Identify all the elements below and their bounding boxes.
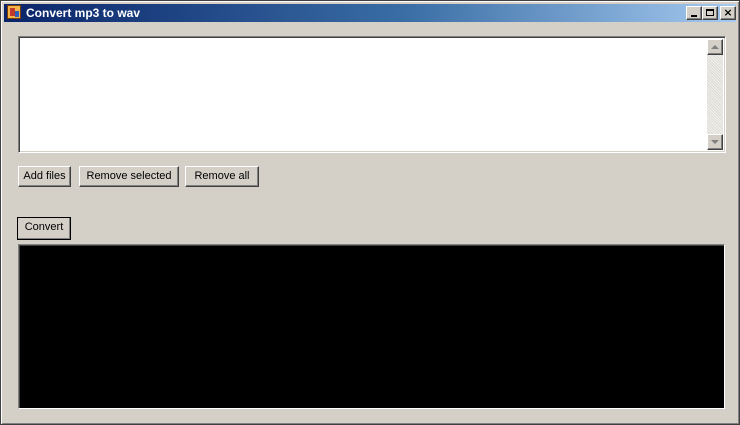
window-title: Convert mp3 to wav bbox=[26, 6, 141, 20]
output-console[interactable] bbox=[18, 244, 725, 409]
add-files-button[interactable]: Add files bbox=[18, 166, 71, 187]
arrow-down-icon bbox=[711, 140, 719, 144]
scroll-up-button[interactable] bbox=[707, 39, 723, 55]
maximize-icon bbox=[706, 9, 714, 16]
maximize-button[interactable] bbox=[702, 6, 718, 20]
close-button[interactable]: × bbox=[720, 6, 736, 20]
app-icon[interactable] bbox=[7, 5, 21, 19]
convert-button[interactable]: Convert bbox=[17, 217, 71, 240]
minimize-icon bbox=[691, 15, 697, 17]
remove-selected-button[interactable]: Remove selected bbox=[79, 166, 179, 187]
close-icon: × bbox=[723, 6, 733, 19]
scroll-down-button[interactable] bbox=[707, 134, 723, 150]
title-bar[interactable]: Convert mp3 to wav × bbox=[4, 4, 736, 22]
minimize-button[interactable] bbox=[686, 6, 702, 20]
app-window: Convert mp3 to wav × Add files Remove se… bbox=[0, 0, 740, 425]
file-list-scrollbar[interactable] bbox=[707, 39, 723, 150]
arrow-up-icon bbox=[711, 45, 719, 49]
remove-all-button[interactable]: Remove all bbox=[185, 166, 259, 187]
file-list[interactable] bbox=[18, 36, 726, 153]
